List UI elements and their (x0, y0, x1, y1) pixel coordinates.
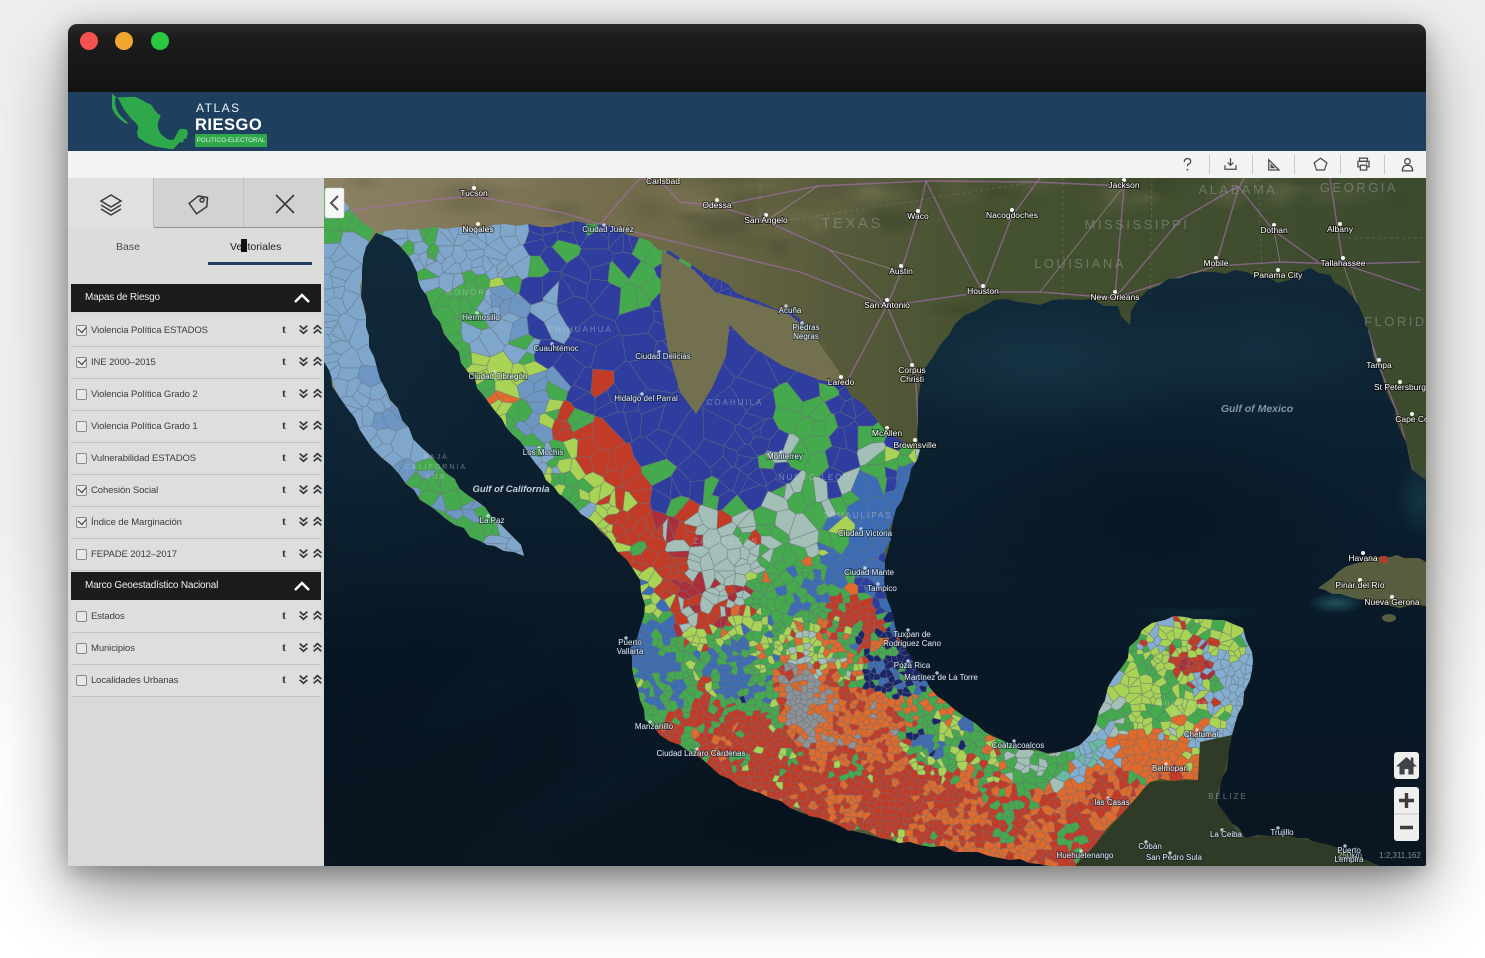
svg-text:250km: 250km (1338, 851, 1362, 860)
svg-text:Ciudad Victoria: Ciudad Victoria (838, 529, 893, 538)
svg-text:TEXAS: TEXAS (821, 215, 883, 232)
svg-text:Nacogdoches: Nacogdoches (986, 210, 1038, 220)
svg-text:Cobán: Cobán (1138, 842, 1162, 851)
svg-text:Ciudad Obregón: Ciudad Obregón (469, 372, 528, 381)
svg-text:Mobile: Mobile (1203, 258, 1228, 268)
svg-text:Rodriguez Cano: Rodriguez Cano (883, 639, 941, 648)
svg-text:Negras: Negras (793, 332, 819, 341)
svg-text:Acuña: Acuña (779, 306, 802, 315)
svg-text:TAMAULIPAS: TAMAULIPAS (823, 511, 893, 520)
svg-text:McAllen: McAllen (872, 428, 903, 438)
svg-text:Odessa: Odessa (702, 200, 732, 210)
svg-text:CHIHUAHUA: CHIHUAHUA (547, 325, 613, 334)
svg-text:Ciudad Delicias: Ciudad Delicias (635, 352, 691, 361)
svg-text:Jackson: Jackson (1108, 180, 1139, 190)
svg-text:Tampico: Tampico (867, 584, 897, 593)
svg-text:Houston: Houston (967, 286, 999, 296)
svg-text:San Antonio: San Antonio (864, 300, 910, 310)
svg-text:Belmopan: Belmopan (1152, 764, 1188, 773)
svg-text:BELIZE: BELIZE (1208, 792, 1248, 801)
svg-text:MISSISSIPPI: MISSISSIPPI (1085, 217, 1190, 232)
svg-text:Poza Rica: Poza Rica (894, 661, 931, 670)
svg-text:Tampa: Tampa (1366, 360, 1392, 370)
svg-text:Waco: Waco (907, 211, 929, 221)
svg-text:GEORGIA: GEORGIA (1320, 180, 1398, 195)
svg-text:San Pedro Sula: San Pedro Sula (1146, 853, 1203, 862)
svg-text:Panama City: Panama City (1254, 270, 1303, 280)
svg-text:Laredo: Laredo (828, 377, 855, 387)
svg-text:Tucson: Tucson (460, 188, 488, 198)
svg-text:Ciudad Mante: Ciudad Mante (844, 568, 894, 577)
svg-text:Brownsville: Brownsville (894, 440, 937, 450)
svg-text:Chetumal: Chetumal (1184, 730, 1218, 739)
svg-text:Vallarta: Vallarta (617, 647, 644, 656)
svg-text:Pinar del Río: Pinar del Río (1335, 580, 1384, 590)
svg-text:ALABAMA: ALABAMA (1199, 182, 1278, 197)
svg-text:SONORA: SONORA (447, 288, 494, 297)
svg-text:Havana: Havana (1348, 553, 1378, 563)
svg-text:Huehuetenango: Huehuetenango (1057, 851, 1114, 860)
svg-text:Puerto: Puerto (618, 638, 642, 647)
svg-text:Gulf of Mexico: Gulf of Mexico (1221, 403, 1294, 415)
svg-text:Tallahassee: Tallahassee (1321, 258, 1366, 268)
svg-text:Tuxpan de: Tuxpan de (893, 630, 931, 639)
svg-text:las Casas: las Casas (1094, 798, 1129, 807)
svg-text:Carlsbad: Carlsbad (646, 178, 680, 186)
svg-text:LOUISIANA: LOUISIANA (1034, 256, 1126, 271)
svg-text:COAHUILA: COAHUILA (707, 398, 764, 407)
svg-text:Gulf of California: Gulf of California (472, 484, 549, 495)
svg-text:Manzanillo: Manzanillo (635, 722, 674, 731)
svg-text:Cuauhtémoc: Cuauhtémoc (533, 344, 578, 353)
svg-text:Coatzacoalcos: Coatzacoalcos (992, 741, 1044, 750)
svg-text:Christi: Christi (900, 374, 924, 384)
svg-text:SUR: SUR (426, 474, 447, 481)
svg-text:Albany: Albany (1327, 224, 1354, 234)
svg-text:La Paz: La Paz (480, 516, 505, 525)
svg-text:Nueva Gerona: Nueva Gerona (1364, 597, 1420, 607)
svg-text:ROO: ROO (1172, 710, 1194, 717)
svg-text:BAJA: BAJA (423, 454, 449, 461)
svg-text:Dothan: Dothan (1260, 225, 1288, 235)
svg-text:Nogales: Nogales (462, 224, 493, 234)
svg-text:Austin: Austin (889, 266, 913, 276)
svg-text:CALIFORNIA: CALIFORNIA (405, 464, 467, 471)
svg-text:Trujillo: Trujillo (1270, 828, 1294, 837)
svg-text:La Ceiba: La Ceiba (1210, 830, 1243, 839)
svg-text:NUEVO LEÓN: NUEVO LEÓN (779, 473, 851, 482)
svg-text:Ciudad Lázaro Cárdenas: Ciudad Lázaro Cárdenas (657, 749, 746, 758)
svg-text:Cape Co: Cape Co (1395, 414, 1426, 424)
svg-text:New Orleans: New Orleans (1090, 292, 1139, 302)
svg-text:Ciudad Juárez: Ciudad Juárez (582, 225, 634, 234)
svg-text:St Petersburg: St Petersburg (1374, 382, 1426, 392)
svg-text:ZACATECAS: ZACATECAS (693, 537, 758, 546)
svg-text:Hermosillo: Hermosillo (462, 313, 500, 322)
svg-text:FLORIDA: FLORIDA (1364, 314, 1426, 329)
svg-text:QUINTANA: QUINTANA (1157, 701, 1209, 708)
svg-text:Monterrey: Monterrey (767, 452, 803, 461)
svg-text:1:2,311,162: 1:2,311,162 (1379, 851, 1421, 860)
svg-text:Los Mochis: Los Mochis (523, 448, 563, 457)
svg-text:San Angelo: San Angelo (744, 215, 788, 225)
svg-text:Martínez de La Torre: Martínez de La Torre (904, 673, 978, 682)
svg-text:Hidalgo del Parral: Hidalgo del Parral (614, 394, 678, 403)
svg-text:Piedras: Piedras (792, 323, 819, 332)
